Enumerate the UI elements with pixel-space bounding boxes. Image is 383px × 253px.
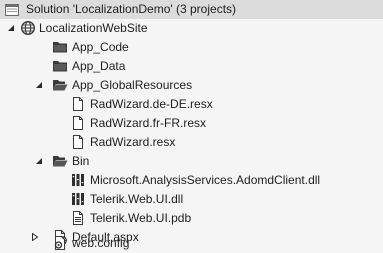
tree-item-solution[interactable]: Solution 'LocalizationDemo' (3 projects) bbox=[0, 0, 383, 19]
folder-open-icon bbox=[52, 77, 68, 93]
tree-item-project[interactable]: LocalizationWebSite bbox=[0, 19, 383, 38]
tree-item-file[interactable]: Telerik.Web.UI.pdb bbox=[0, 209, 383, 228]
tree-item-file[interactable]: RadWizard.de-DE.resx bbox=[0, 95, 383, 114]
tree-item-file[interactable]: Microsoft.AnalysisServices.AdomdClient.d… bbox=[0, 171, 383, 190]
tree-item-label: RadWizard.de-DE.resx bbox=[90, 97, 213, 111]
dll-file-icon bbox=[70, 191, 86, 207]
pdb-file-icon bbox=[70, 210, 86, 226]
expanded-arrow-icon[interactable] bbox=[6, 19, 18, 38]
tree-item-label: Telerik.Web.UI.dll bbox=[90, 192, 184, 206]
folder-icon bbox=[52, 58, 68, 74]
tree-item-file[interactable]: Telerik.Web.UI.dll bbox=[0, 190, 383, 209]
tree-item-label: Solution 'LocalizationDemo' (3 projects) bbox=[26, 2, 237, 16]
tree-item-label: LocalizationWebSite bbox=[39, 21, 148, 35]
tree-item-label: RadWizard.fr-FR.resx bbox=[90, 116, 207, 130]
expanded-arrow-icon[interactable] bbox=[34, 76, 46, 95]
folder-open-icon bbox=[52, 153, 68, 169]
resx-file-icon bbox=[70, 134, 86, 150]
tree-item-label: App_GlobalResources bbox=[72, 78, 193, 92]
tree-item-app-data[interactable]: App_Data bbox=[0, 57, 383, 76]
solution-icon bbox=[4, 2, 20, 18]
tree-item-web-config[interactable]: web.config bbox=[0, 232, 383, 251]
solution-explorer-tree: Solution 'LocalizationDemo' (3 projects)… bbox=[0, 0, 383, 251]
tree-item-bin[interactable]: Bin bbox=[0, 152, 383, 171]
tree-item-label: App_Code bbox=[72, 40, 129, 54]
folder-icon bbox=[52, 39, 68, 55]
globe-icon bbox=[20, 20, 36, 36]
tree-item-file[interactable]: RadWizard.fr-FR.resx bbox=[0, 114, 383, 133]
tree-item-label: web.config bbox=[72, 236, 130, 250]
resx-file-icon bbox=[70, 115, 86, 131]
expanded-arrow-icon[interactable] bbox=[34, 152, 46, 171]
resx-file-icon bbox=[70, 96, 86, 112]
tree-item-label: Telerik.Web.UI.pdb bbox=[90, 211, 192, 225]
tree-item-label: RadWizard.resx bbox=[90, 135, 176, 149]
tree-item-label: Microsoft.AnalysisServices.AdomdClient.d… bbox=[90, 173, 321, 187]
tree-item-file[interactable]: RadWizard.resx bbox=[0, 133, 383, 152]
config-file-icon bbox=[52, 236, 68, 252]
tree-item-label: App_Data bbox=[72, 59, 126, 73]
tree-item-label: Bin bbox=[72, 154, 90, 168]
tree-item-app-globalresources[interactable]: App_GlobalResources bbox=[0, 76, 383, 95]
tree-item-app-code[interactable]: App_Code bbox=[0, 38, 383, 57]
dll-file-icon bbox=[70, 172, 86, 188]
